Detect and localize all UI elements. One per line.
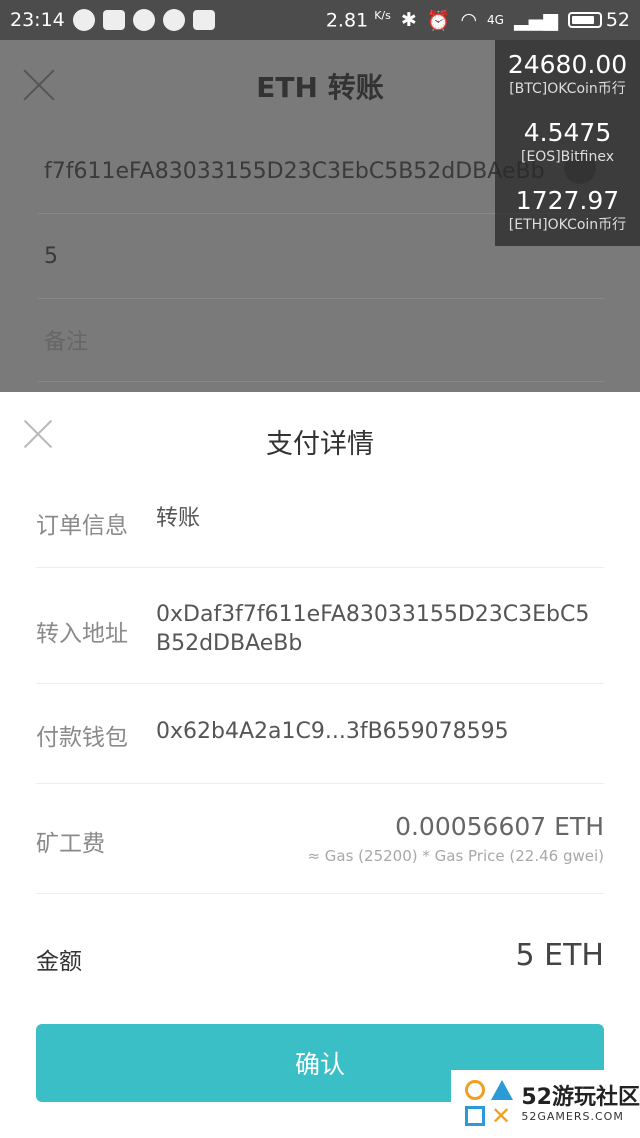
network-speed: 2.81 K/s xyxy=(325,8,391,32)
ticker-price: 1727.97 xyxy=(515,186,620,215)
miner-fee-value: 0.00056607 ETH xyxy=(395,812,604,841)
signal-icon: ▂▄▆ xyxy=(513,9,558,31)
ticker-price: 4.5475 xyxy=(523,118,612,147)
payment-details-sheet: 支付详情 订单信息 转账 转入地址 0xDaf3f7f611eFA8303315… xyxy=(0,392,640,1138)
memo-input[interactable]: 备注 xyxy=(38,298,604,382)
bluetooth-icon: ✱ xyxy=(400,9,417,31)
amount-label: 金额 xyxy=(36,949,82,975)
chat-notification-icon xyxy=(72,9,95,31)
ticker-item-eos: 4.5475 [EOS]Bitfinex xyxy=(495,108,640,176)
order-info-value: 转账 xyxy=(156,506,201,531)
watermark-title: 52游玩社区 xyxy=(521,1084,640,1110)
message-notification-icon xyxy=(102,10,125,30)
ticker-item-eth: 1727.97 [ETH]OKCoin币行 xyxy=(495,176,640,244)
status-time: 23:14 xyxy=(10,9,65,31)
miner-fee-row[interactable]: 矿工费 0.00056607 ETH ≈ Gas (25200) * Gas P… xyxy=(36,784,604,894)
watermark-url: 52GAMERS.COM xyxy=(521,1109,624,1123)
ticker-source: [EOS]Bitfinex xyxy=(520,149,614,165)
order-info-label: 订单信息 xyxy=(36,513,128,539)
miner-fee-value-group: 0.00056607 ETH ≈ Gas (25200) * Gas Price… xyxy=(307,812,604,865)
battery-indicator: 52 xyxy=(567,9,630,31)
alarm-icon: ⏰ xyxy=(426,9,451,32)
ticker-source: [ETH]OKCoin币行 xyxy=(508,217,627,233)
chat-bubble-icon xyxy=(132,9,155,31)
price-ticker-overlay[interactable]: 24680.00 [BTC]OKCoin币行 4.5475 [EOS]Bitfi… xyxy=(495,40,640,246)
browser-notification-icon xyxy=(162,9,185,31)
to-address-label: 转入地址 xyxy=(36,621,128,647)
to-address-row: 转入地址 0xDaf3f7f611eFA83033155D23C3EbC5B52… xyxy=(36,568,604,684)
pay-wallet-row[interactable]: 付款钱包 0x62b4A2a1C9...3fB659078595 xyxy=(36,684,604,784)
ticker-price: 24680.00 xyxy=(507,50,628,79)
site-watermark: ✕ 52游玩社区 52GAMERS.COM xyxy=(451,1070,640,1138)
pay-wallet-value: 0x62b4A2a1C9...3fB659078595 xyxy=(156,719,509,744)
ticker-source: [BTC]OKCoin币行 xyxy=(509,81,626,97)
status-bar: 23:14 2.81 K/s ✱ ⏰ ◠ 4G ▂▄▆ 52 xyxy=(0,0,640,40)
amount-value: 5 ETH xyxy=(515,938,604,973)
ticker-item-btc: 24680.00 [BTC]OKCoin币行 xyxy=(495,40,640,108)
miner-fee-label: 矿工费 xyxy=(36,831,105,857)
network-type: 4G xyxy=(487,13,504,27)
miner-fee-detail: ≈ Gas (25200) * Gas Price (22.46 gwei) xyxy=(307,847,604,865)
image-notification-icon xyxy=(192,10,215,30)
battery-icon xyxy=(567,12,602,28)
watermark-logo-icon: ✕ xyxy=(463,1078,513,1130)
pay-wallet-label: 付款钱包 xyxy=(36,725,128,751)
wifi-icon: ◠ xyxy=(460,9,478,31)
order-info-row: 订单信息 转账 xyxy=(36,484,604,568)
to-address-value: 0xDaf3f7f611eFA83033155D23C3EbC5B52dDBAe… xyxy=(156,602,590,656)
amount-row: 金额 5 ETH xyxy=(36,894,604,1004)
sheet-title: 支付详情 xyxy=(266,429,374,460)
